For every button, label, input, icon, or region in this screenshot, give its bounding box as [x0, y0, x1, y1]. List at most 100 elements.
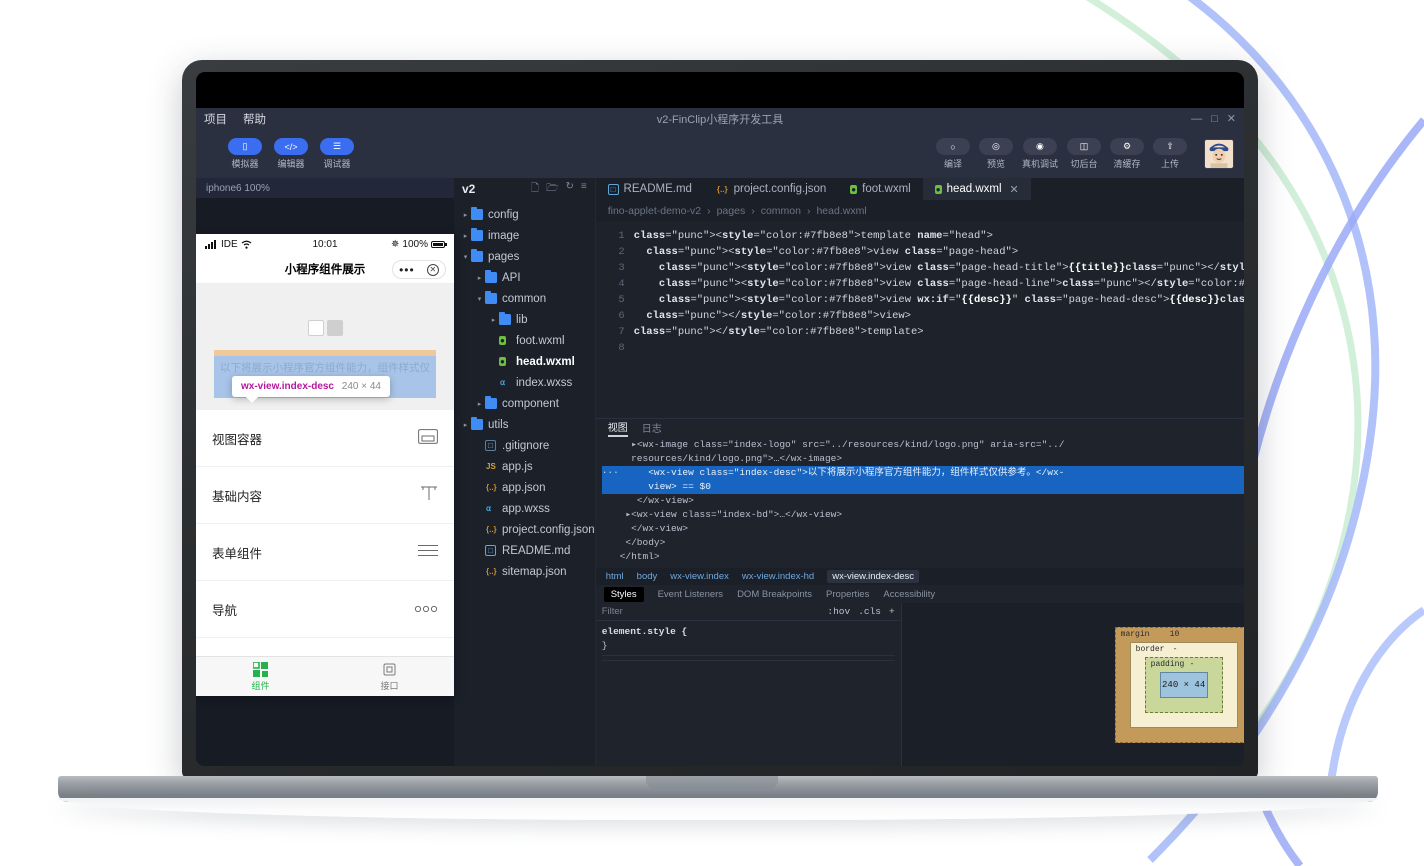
- tab-api[interactable]: 接口: [325, 657, 454, 696]
- tree-node[interactable]: {..}app.json: [454, 477, 595, 498]
- tree-node[interactable]: ⍺index.wxss: [454, 372, 595, 393]
- filter-input[interactable]: Filter: [602, 606, 828, 617]
- explorer-actions[interactable]: 🗋 🗁 ↻ ≡: [531, 181, 587, 198]
- menu-bar[interactable]: 项目 帮助: [204, 111, 266, 127]
- code-line[interactable]: class="punc"><style="color:#7fb8e8">temp…: [634, 228, 1244, 244]
- css-rules-list[interactable]: element.style {}</span><div class="sel" …: [596, 621, 901, 663]
- element-crumb-item[interactable]: body: [637, 571, 658, 582]
- new-folder-icon[interactable]: 🗁: [546, 181, 558, 198]
- tree-node[interactable]: ▸lib: [454, 309, 595, 330]
- tree-node[interactable]: JSapp.js: [454, 456, 595, 477]
- chevron-icon[interactable]: ▸: [460, 232, 471, 240]
- toolbar-button-compile[interactable]: ○ 编译: [936, 138, 970, 170]
- tree-node[interactable]: ●head.wxml: [454, 351, 595, 372]
- tab-close-icon[interactable]: ✕: [1010, 183, 1019, 196]
- cls-toggle[interactable]: .cls: [858, 606, 881, 617]
- list-item[interactable]: 视图容器: [196, 410, 454, 466]
- code-editor[interactable]: 12345678 class="punc"><style="color:#7fb…: [596, 222, 1244, 418]
- tree-node[interactable]: ▸utils: [454, 414, 595, 435]
- toolbar-button-clear-cache[interactable]: ⚙ 清缓存: [1110, 138, 1144, 170]
- element-crumb-item[interactable]: wx-view.index: [670, 571, 729, 582]
- code-line[interactable]: class="punc"><style="color:#7fb8e8">view…: [634, 260, 1244, 276]
- tree-node[interactable]: {..}sitemap.json: [454, 561, 595, 582]
- dom-line[interactable]: ▸<wx-image class="index-logo" src="../re…: [602, 438, 1244, 452]
- styles-tab[interactable]: Properties: [826, 589, 869, 600]
- tree-node[interactable]: ▸API: [454, 267, 595, 288]
- styles-tab[interactable]: Accessibility: [883, 589, 935, 600]
- element-breadcrumb[interactable]: htmlbodywx-view.indexwx-view.index-hdwx-…: [596, 568, 1244, 585]
- avatar[interactable]: [1204, 139, 1234, 169]
- chevron-icon[interactable]: ▾: [474, 295, 485, 303]
- dom-line[interactable]: </wx-view>: [602, 522, 1244, 536]
- hov-toggle[interactable]: :hov: [827, 606, 850, 617]
- dom-line[interactable]: resources/kind/logo.png">…</wx-image>: [602, 452, 1244, 466]
- refresh-icon[interactable]: ↻: [565, 181, 573, 198]
- toolbar-button-background[interactable]: ◫ 切后台: [1067, 138, 1101, 170]
- devtools-tab-bar[interactable]: 视图 日志: [596, 419, 1244, 436]
- editor-tab-bar[interactable]: □README.md{..}project.config.json●foot.w…: [596, 178, 1244, 200]
- dom-line[interactable]: </html>: [602, 550, 1244, 564]
- tree-node[interactable]: ⍺app.wxss: [454, 498, 595, 519]
- tree-node[interactable]: ▸image: [454, 225, 595, 246]
- element-crumb-item[interactable]: wx-view.index-desc: [827, 570, 919, 583]
- editor-tab[interactable]: ●head.wxml✕: [923, 178, 1031, 200]
- content-box[interactable]: 240 × 44: [1160, 672, 1208, 698]
- toolbar-button-editor[interactable]: </> 编辑器: [274, 138, 308, 170]
- collapse-icon[interactable]: ≡: [581, 181, 587, 198]
- dom-line[interactable]: </wx-view>: [602, 494, 1244, 508]
- capsule-buttons[interactable]: ••• ✕: [392, 260, 446, 279]
- list-item[interactable]: 表单组件: [196, 524, 454, 580]
- new-file-icon[interactable]: 🗋: [531, 181, 539, 198]
- tree-node[interactable]: {..}project.config.json: [454, 519, 595, 540]
- tab-components[interactable]: 组件: [196, 657, 325, 696]
- code-line[interactable]: class="punc"></style="color:#7fb8e8">vie…: [634, 308, 1244, 324]
- tree-node[interactable]: ▸component: [454, 393, 595, 414]
- devtools-tab-log[interactable]: 日志: [642, 420, 662, 435]
- window-controls[interactable]: — □ ✕: [1191, 114, 1236, 125]
- code-line[interactable]: class="punc"></style="color:#7fb8e8">tem…: [634, 324, 1244, 340]
- tree-node[interactable]: ▸config: [454, 204, 595, 225]
- toolbar-button-debugger[interactable]: ☰ 调试器: [320, 138, 354, 170]
- maximize-icon[interactable]: □: [1211, 114, 1218, 125]
- breadcrumb-item[interactable]: pages: [717, 205, 746, 217]
- toolbar-button-device-debug[interactable]: ◉ 真机调试: [1022, 138, 1058, 170]
- toolbar-button-upload[interactable]: ⇧ 上传: [1153, 138, 1187, 170]
- dom-line[interactable]: </body>: [602, 536, 1244, 550]
- chevron-icon[interactable]: ▸: [474, 400, 485, 408]
- styles-tab[interactable]: Event Listeners: [658, 589, 723, 600]
- minimize-icon[interactable]: —: [1191, 114, 1202, 125]
- dom-row-menu-icon[interactable]: ···: [602, 466, 619, 480]
- list-item[interactable]: 导航: [196, 581, 454, 637]
- code-line[interactable]: class="punc"><style="color:#7fb8e8">view…: [634, 292, 1244, 308]
- css-selector[interactable]: element.style {: [602, 625, 895, 639]
- dom-tree[interactable]: ▸<wx-image class="index-logo" src="../re…: [596, 436, 1244, 568]
- devtools-tab-view[interactable]: 视图: [608, 419, 628, 437]
- chevron-icon[interactable]: ▾: [460, 253, 471, 261]
- margin-value[interactable]: 10: [1170, 630, 1180, 639]
- toolbar-button-preview[interactable]: ◎ 预览: [979, 138, 1013, 170]
- editor-tab[interactable]: □README.md: [596, 178, 704, 200]
- padding-value[interactable]: -: [1190, 660, 1195, 669]
- css-rule[interactable]: element.style {}: [602, 623, 895, 656]
- tree-node[interactable]: ▾pages: [454, 246, 595, 267]
- code-line[interactable]: class="punc"><style="color:#7fb8e8">view…: [634, 244, 1244, 260]
- close-icon[interactable]: ✕: [1227, 114, 1236, 125]
- list-item[interactable]: [196, 638, 454, 658]
- dom-line[interactable]: view> == $0: [602, 480, 1244, 494]
- chevron-icon[interactable]: ▸: [460, 211, 471, 219]
- tree-node[interactable]: □.gitignore: [454, 435, 595, 456]
- border-value[interactable]: -: [1173, 645, 1178, 654]
- chevron-icon[interactable]: ▸: [488, 316, 499, 324]
- css-rule[interactable]: </span><div class="sel" data-name="css-s…: [602, 656, 895, 661]
- menu-item-help[interactable]: 帮助: [243, 111, 266, 127]
- tree-node[interactable]: ▾common: [454, 288, 595, 309]
- code-line[interactable]: class="punc"><style="color:#7fb8e8">view…: [634, 276, 1244, 292]
- editor-tab[interactable]: {..}project.config.json: [704, 178, 838, 200]
- chevron-icon[interactable]: ▸: [474, 274, 485, 282]
- breadcrumb-item[interactable]: fino-applet-demo-v2: [608, 205, 701, 217]
- chevron-icon[interactable]: ▸: [460, 421, 471, 429]
- toolbar-button-simulator[interactable]: ▯ 模拟器: [228, 138, 262, 170]
- box-model-diagram[interactable]: margin 10 border - padding - 240 × 4: [1115, 627, 1244, 743]
- breadcrumb-item[interactable]: common: [761, 205, 801, 217]
- filter-actions[interactable]: :hov .cls +: [827, 606, 894, 617]
